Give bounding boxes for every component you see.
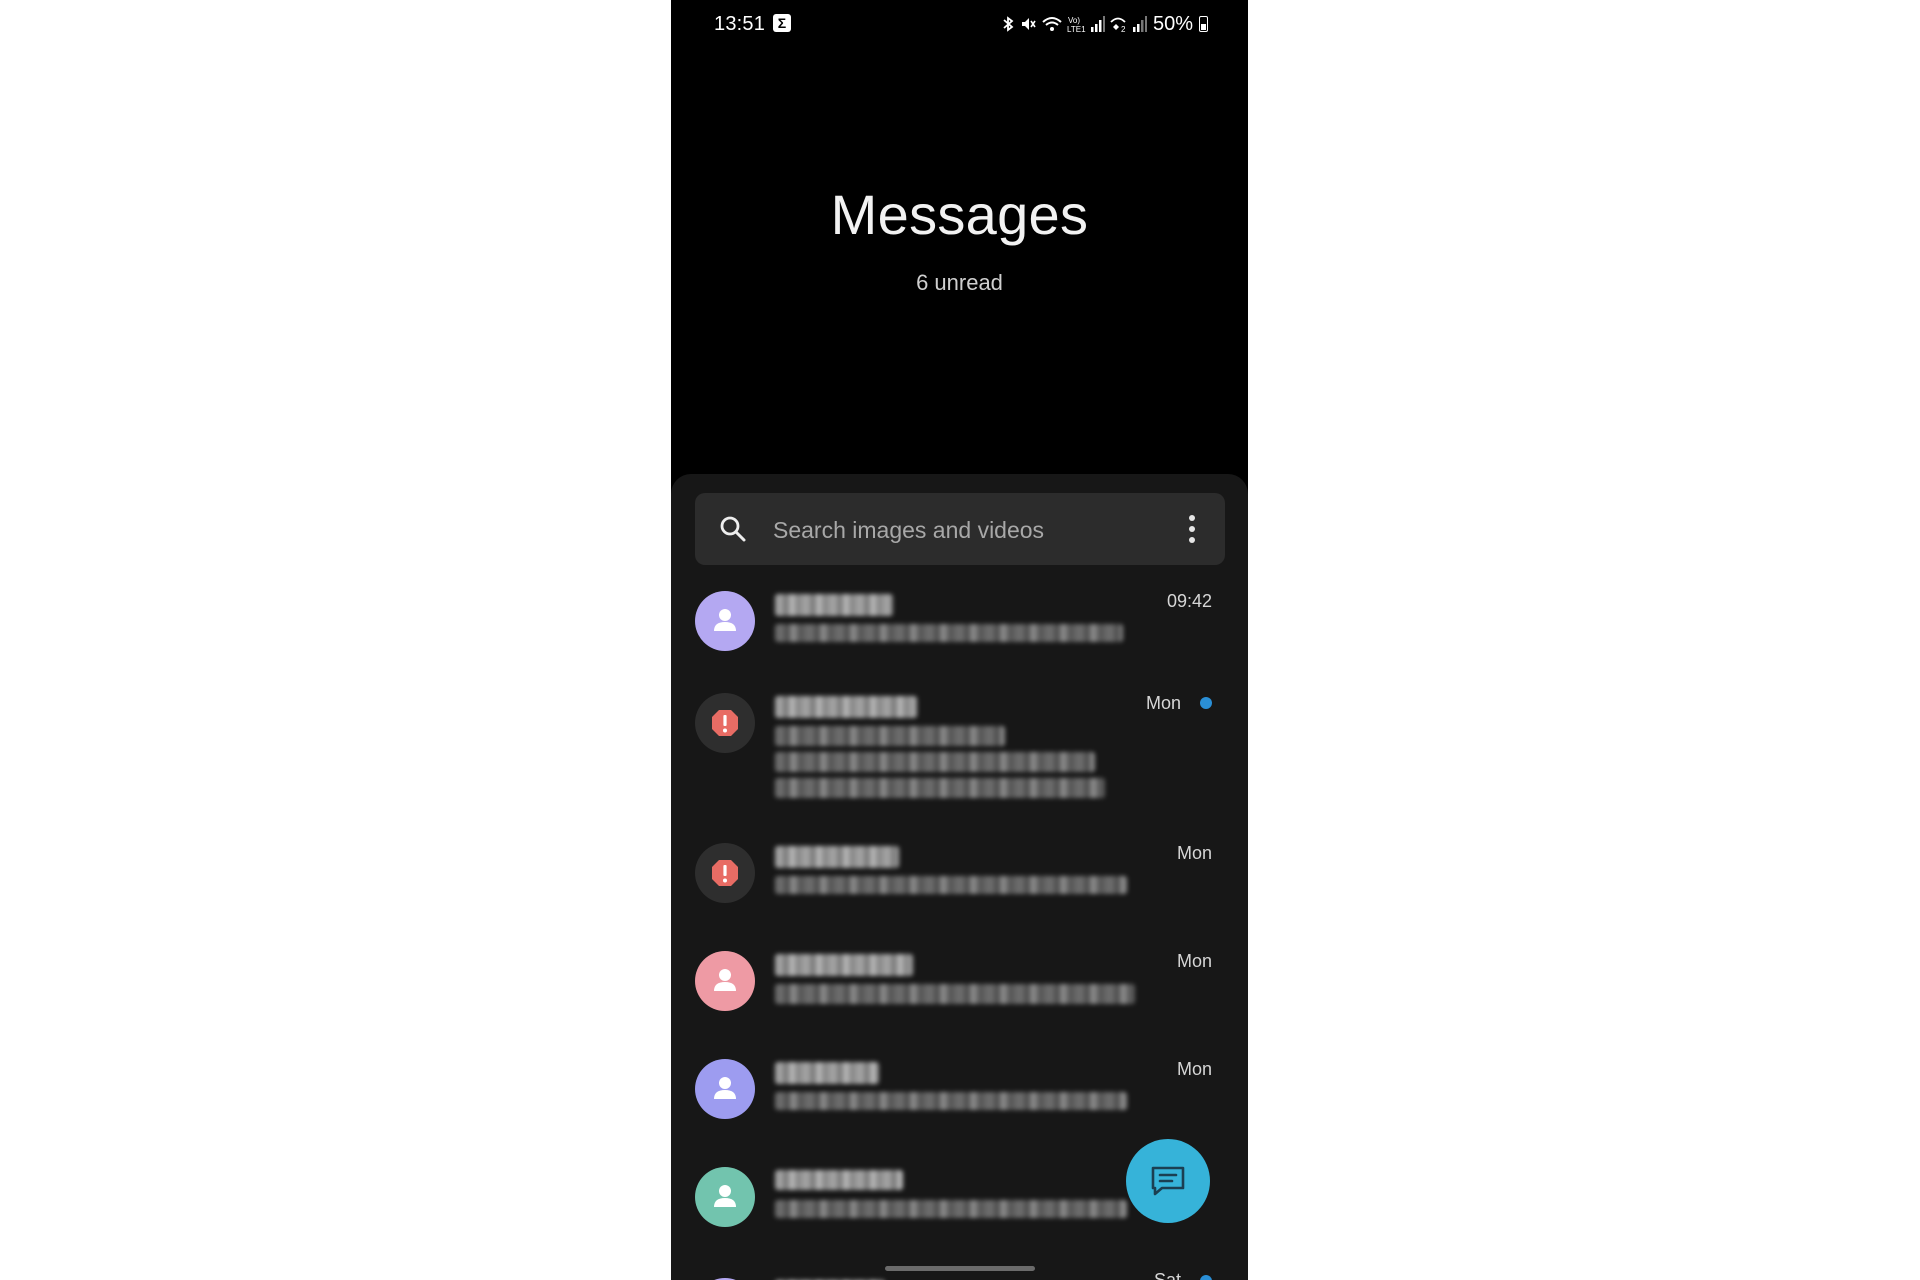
unread-count: 6 unread <box>916 270 1003 295</box>
person-icon <box>714 1185 736 1207</box>
conversation-time: Sat <box>1153 1270 1181 1280</box>
person-icon <box>714 969 736 991</box>
contact-name-redacted <box>775 1062 879 1084</box>
contact-avatar <box>695 1167 755 1227</box>
compose-message-button[interactable] <box>1126 1139 1210 1223</box>
battery-icon <box>1199 16 1208 32</box>
spam-avatar <box>695 843 755 903</box>
conversation-item[interactable]: Mon <box>671 1052 1248 1138</box>
more-options-icon[interactable] <box>1189 515 1195 543</box>
message-preview-redacted <box>775 876 1127 894</box>
conversation-item[interactable]: Mon <box>671 686 1248 816</box>
status-icons: Vo) LTE1 2 50% <box>1001 12 1208 36</box>
svg-text:LTE1: LTE1 <box>1067 25 1086 33</box>
message-preview-redacted <box>775 778 1105 798</box>
bluetooth-icon <box>1003 16 1014 32</box>
conversation-item[interactable]: Mon <box>671 836 1248 922</box>
conversation-time: Mon <box>1176 951 1212 971</box>
message-preview-redacted <box>775 1200 1127 1218</box>
svg-text:Vo): Vo) <box>1068 16 1080 25</box>
message-preview-redacted <box>775 624 1123 642</box>
contact-avatar <box>695 951 755 1011</box>
spam-alert-icon <box>712 710 738 736</box>
svg-text:2: 2 <box>1121 25 1126 33</box>
search-bar[interactable]: Search images and videos <box>695 493 1225 565</box>
search-input[interactable]: Search images and videos <box>773 517 1044 544</box>
spam-alert-icon <box>712 860 738 886</box>
message-preview-redacted <box>775 752 1095 772</box>
person-icon <box>714 609 736 631</box>
conversation-item[interactable]: 09:42 <box>671 584 1248 670</box>
unread-indicator <box>1200 697 1212 709</box>
message-preview-redacted <box>775 984 1135 1004</box>
contact-avatar <box>695 1059 755 1119</box>
battery-percent: 50% <box>1152 12 1193 35</box>
compose-message-icon <box>1151 1166 1185 1196</box>
spam-avatar <box>695 693 755 753</box>
status-time: 13:51 <box>714 13 766 35</box>
conversation-time: Mon <box>1176 1059 1212 1079</box>
wifi-call-icon: 2 <box>1110 17 1126 33</box>
messages-screen: 13:51 Σ Vo) LTE1 2 50% Messages 6 unread … <box>671 0 1248 1280</box>
contact-name-redacted <box>775 696 917 718</box>
contact-avatar <box>695 591 755 651</box>
sigma-app-icon: Σ <box>773 14 791 32</box>
navigation-handle[interactable] <box>885 1266 1035 1271</box>
contact-name-redacted <box>775 846 899 868</box>
mute-icon <box>1021 18 1036 30</box>
message-preview-redacted <box>775 1092 1127 1110</box>
signal-icon-2 <box>1132 16 1147 32</box>
search-icon <box>720 516 746 542</box>
message-preview-redacted <box>775 726 1005 746</box>
page-title: Messages <box>830 183 1089 246</box>
wifi-icon <box>1042 17 1062 31</box>
conversation-time: 09:42 <box>1166 591 1212 611</box>
status-bar: 13:51 Σ Vo) LTE1 2 50% <box>671 0 1248 48</box>
signal-icon-1 <box>1090 16 1105 32</box>
conversation-time: Mon <box>1176 843 1212 863</box>
contact-name-redacted <box>775 594 893 616</box>
volte-icon: Vo)LTE1 <box>1067 16 1086 33</box>
unread-indicator <box>1200 1275 1212 1280</box>
contact-name-redacted <box>775 1170 903 1190</box>
contact-name-redacted <box>775 954 913 976</box>
person-icon <box>714 1077 736 1099</box>
conversation-time: Mon <box>1145 693 1181 713</box>
conversation-item[interactable]: Mon <box>671 944 1248 1030</box>
